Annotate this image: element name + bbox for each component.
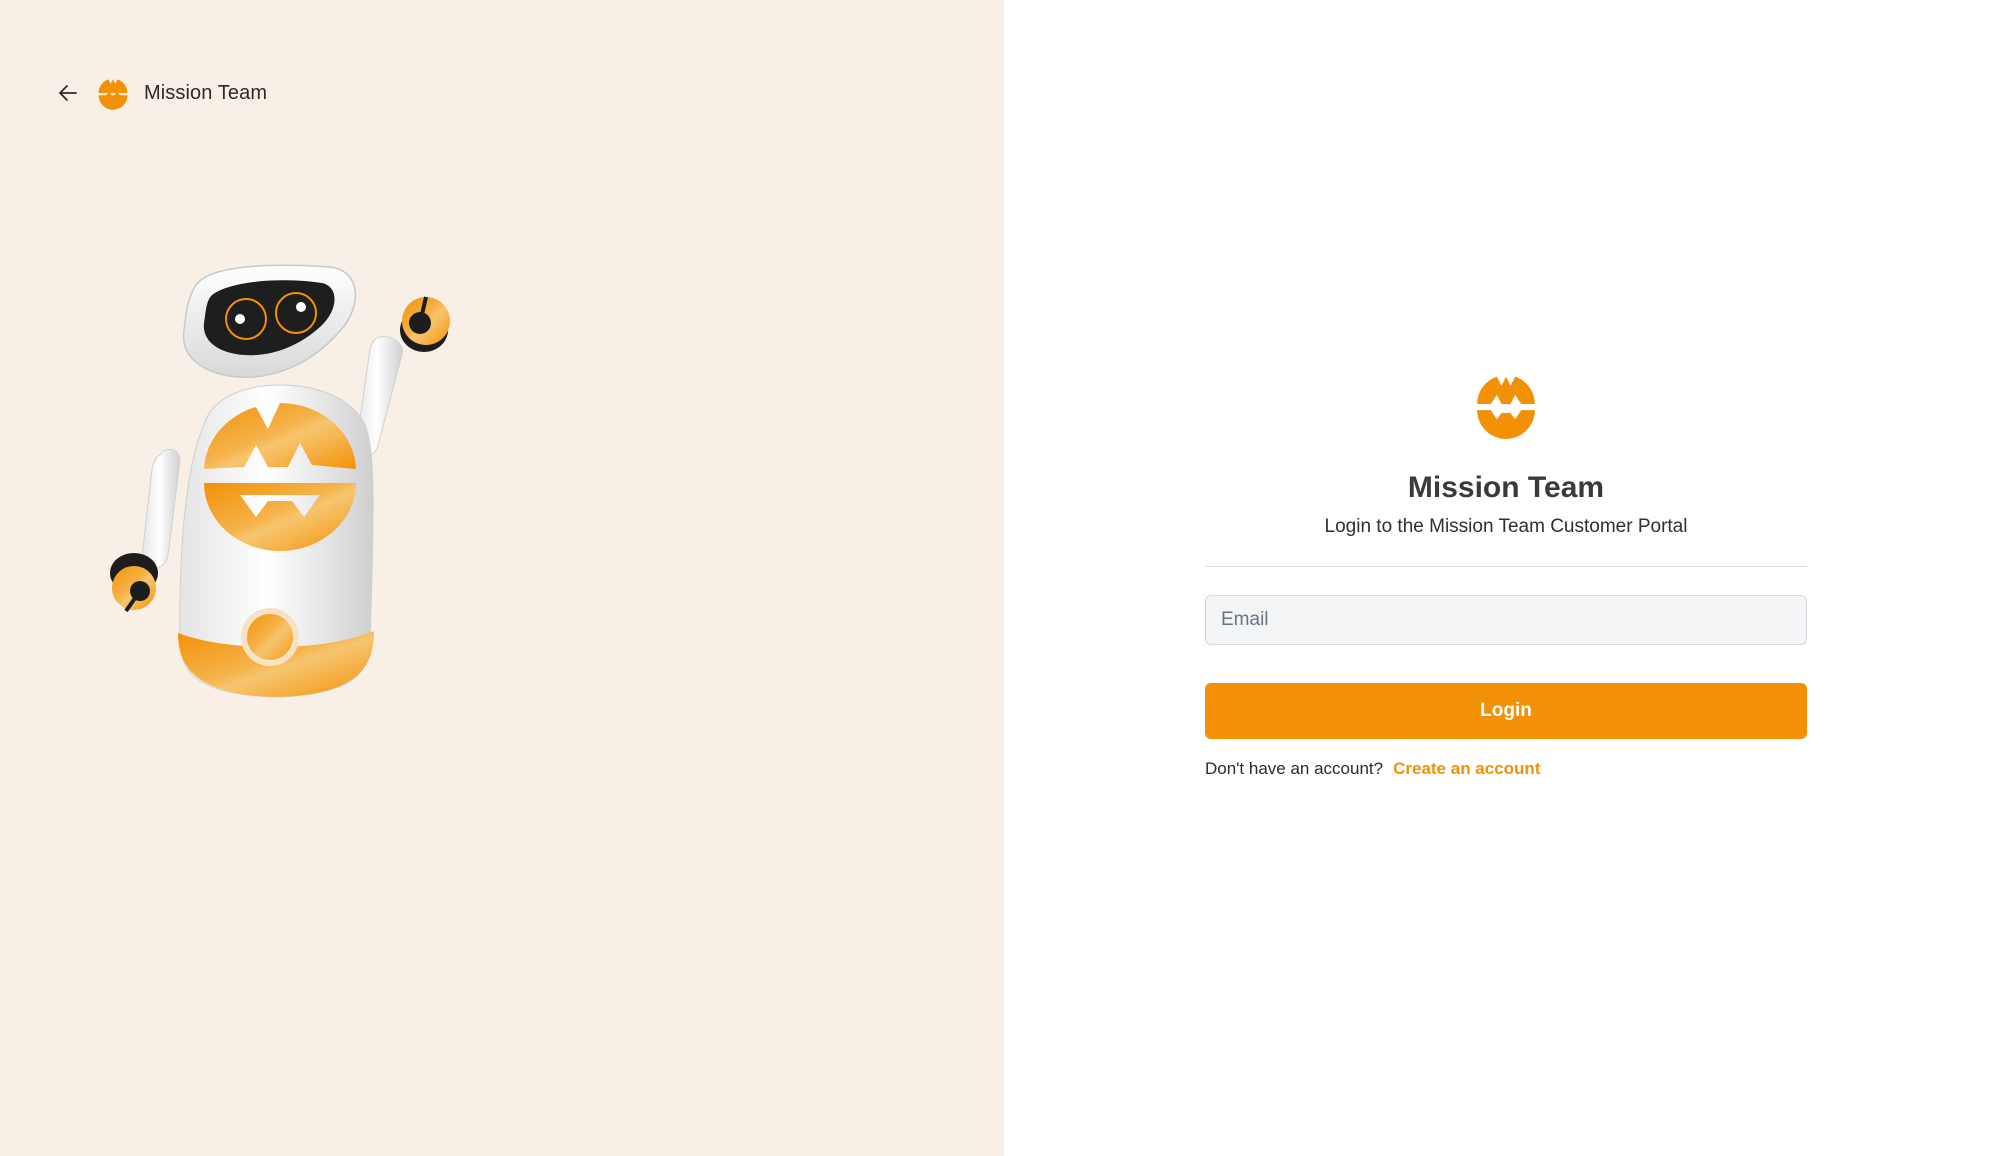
brand-name: Mission Team bbox=[144, 81, 268, 104]
mission-team-logo-icon bbox=[98, 79, 128, 110]
page-subtitle: Login to the Mission Team Customer Porta… bbox=[1324, 516, 1688, 537]
mission-team-logo-icon bbox=[1477, 376, 1535, 439]
arrow-left-icon[interactable] bbox=[56, 81, 80, 105]
robot-mascot-illustration bbox=[110, 264, 450, 698]
divider bbox=[1205, 566, 1807, 567]
login-panel: Mission Team Login to the Mission Team C… bbox=[1004, 0, 2000, 1156]
login-page: Mission Team Mission Team Login to the M… bbox=[0, 0, 2000, 1156]
login-button[interactable]: Login bbox=[1205, 683, 1807, 739]
email-field[interactable] bbox=[1205, 595, 1807, 645]
brand-panel: Mission Team bbox=[0, 0, 1004, 1156]
login-card: Mission Team Login to the Mission Team C… bbox=[1205, 366, 1807, 779]
page-title: Mission Team bbox=[1407, 471, 1605, 504]
no-account-text: Don't have an account? bbox=[1205, 759, 1384, 778]
signup-prompt: Don't have an account? Create an account bbox=[1205, 759, 1807, 779]
back-to-home-link[interactable]: Mission Team bbox=[56, 72, 267, 114]
create-account-link[interactable]: Create an account bbox=[1393, 759, 1540, 779]
